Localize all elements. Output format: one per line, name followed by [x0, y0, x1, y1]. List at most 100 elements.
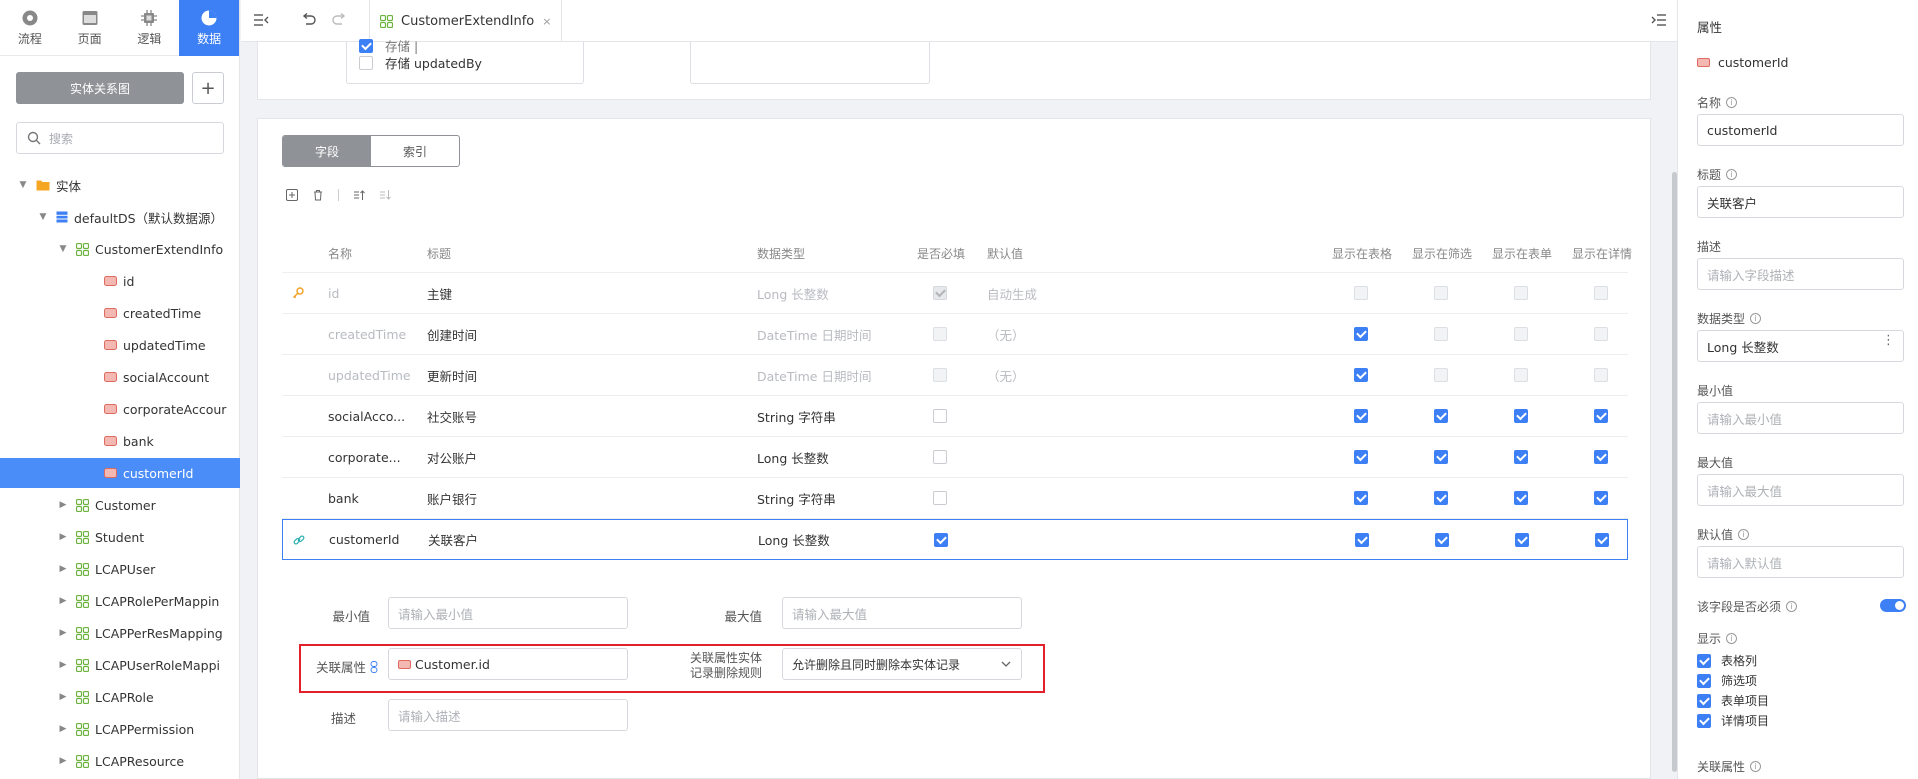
table-row[interactable]: updatedTime 更新时间 DateTime 日期时间 （无） [282, 355, 1628, 396]
caret-right-icon[interactable]: ▶ [58, 596, 68, 606]
show-checkbox[interactable] [1434, 450, 1448, 464]
tree-item[interactable]: customerId [0, 458, 240, 488]
required-toggle[interactable] [1880, 599, 1906, 612]
entity-description-textarea[interactable] [690, 42, 930, 84]
table-row[interactable]: id 主键 Long 长整数 自动生成 [282, 273, 1628, 314]
show-filter-item[interactable]: 筛选项 [1697, 672, 1757, 689]
mode-tab-2[interactable]: 逻辑 [120, 0, 180, 56]
caret-right-icon[interactable]: ▶ [58, 500, 68, 510]
tree-item[interactable]: ▶ Student [0, 522, 240, 552]
move-down-icon[interactable] [379, 189, 391, 201]
tab-index[interactable]: 索引 [371, 136, 459, 166]
show-checkbox[interactable] [1514, 491, 1528, 505]
caret-right-icon[interactable]: ▶ [58, 756, 68, 766]
caret-right-icon[interactable]: ▶ [58, 532, 68, 542]
show-checkbox[interactable] [1595, 532, 1609, 547]
caret-right-icon[interactable]: ▶ [58, 628, 68, 638]
show-detail-checkbox[interactable] [1697, 713, 1711, 728]
caret-down-icon[interactable]: ▼ [18, 180, 28, 190]
show-checkbox[interactable] [1594, 450, 1608, 464]
tree-item[interactable]: ▶ LCAPUser [0, 554, 240, 584]
show-checkbox[interactable] [1354, 450, 1368, 464]
show-form-checkbox[interactable] [1697, 693, 1711, 708]
add-entity-button[interactable]: + [192, 72, 224, 104]
delete-icon[interactable] [312, 189, 324, 201]
tree-item[interactable]: id [0, 266, 240, 296]
info-icon[interactable]: i [1786, 601, 1798, 612]
caret-right-icon[interactable]: ▶ [58, 724, 68, 734]
min-value-input[interactable]: 请输入最小值 [388, 597, 628, 629]
tree-item[interactable]: ▶ LCAPRole [0, 682, 240, 712]
redo-icon[interactable] [331, 13, 347, 27]
show-table-checkbox[interactable] [1697, 653, 1711, 668]
info-icon[interactable]: i [1750, 761, 1762, 772]
show-checkbox[interactable] [1434, 491, 1448, 505]
store-updated-by-checkbox[interactable] [359, 55, 373, 70]
data-type-select[interactable]: Long 长整数 ⋮ [1697, 330, 1904, 362]
caret-right-icon[interactable]: ▶ [58, 564, 68, 574]
storage-checkbox-partial[interactable] [359, 38, 373, 53]
mode-tab-1[interactable]: 页面 [60, 0, 120, 56]
description-input[interactable]: 请输入字段描述 [1697, 258, 1904, 290]
show-checkbox[interactable] [1434, 409, 1448, 423]
show-detail-item[interactable]: 详情项目 [1697, 712, 1769, 729]
max-value-input[interactable]: 请输入最大值 [782, 597, 1022, 629]
table-row[interactable]: socialAcco... 社交账号 String 字符串 [282, 396, 1628, 437]
tree-item[interactable]: ▼ CustomerExtendInfo [0, 234, 240, 264]
table-row[interactable]: createdTime 创建时间 DateTime 日期时间 （无） [282, 314, 1628, 355]
close-tab-icon[interactable]: × [542, 15, 551, 28]
info-icon[interactable]: i [1738, 529, 1750, 540]
table-row[interactable]: corporate... 对公账户 Long 长整数 [282, 437, 1628, 478]
caret-down-icon[interactable]: ▼ [58, 244, 68, 254]
tree-item[interactable]: ▶ LCAPUserRoleMappi [0, 650, 240, 680]
toggle-properties-icon[interactable] [1651, 13, 1667, 27]
info-icon[interactable]: i [1750, 313, 1762, 324]
info-icon[interactable]: i [1726, 97, 1738, 108]
info-icon[interactable]: i [1726, 169, 1738, 180]
tree-item[interactable]: ▼ defaultDS（默认数据源） [0, 202, 240, 232]
show-checkbox[interactable] [1354, 409, 1368, 423]
mode-tab-3[interactable]: 数据 [179, 0, 239, 56]
tree-item[interactable]: updatedTime [0, 330, 240, 360]
required-checkbox[interactable] [933, 450, 947, 464]
show-checkbox[interactable] [1435, 532, 1449, 547]
tree-item[interactable]: ▼ 实体 [0, 170, 240, 200]
caret-right-icon[interactable]: ▶ [58, 692, 68, 702]
tree-item[interactable]: ▶ LCAPRolePerMappin [0, 586, 240, 616]
default-input[interactable]: 请输入默认值 [1697, 546, 1904, 578]
table-row[interactable]: bank 账户银行 String 字符串 [282, 478, 1628, 519]
collapse-sidebar-icon[interactable] [253, 13, 269, 27]
caption-input[interactable]: 关联客户 [1697, 186, 1904, 218]
tree-item[interactable]: bank [0, 426, 240, 456]
tree-item[interactable]: ▶ Customer [0, 490, 240, 520]
er-diagram-button[interactable]: 实体关系图 [16, 72, 184, 104]
tree-item[interactable]: socialAccount [0, 362, 240, 392]
tree-item[interactable]: ▶ LCAPPerResMapping [0, 618, 240, 648]
tree-item[interactable]: ▶ LCAPResource [0, 746, 240, 776]
required-checkbox[interactable] [933, 409, 947, 423]
show-checkbox[interactable] [1515, 532, 1529, 547]
caret-down-icon[interactable]: ▼ [38, 212, 48, 222]
tab-fields[interactable]: 字段 [283, 136, 371, 166]
max-input[interactable]: 请输入最大值 [1697, 474, 1904, 506]
show-checkbox[interactable] [1354, 491, 1368, 505]
show-checkbox[interactable] [1594, 491, 1608, 505]
description-input[interactable]: 请输入描述 [388, 699, 628, 731]
show-checkbox[interactable] [1594, 409, 1608, 423]
undo-icon[interactable] [301, 13, 317, 27]
show-checkbox[interactable] [1354, 327, 1368, 341]
name-input[interactable]: customerId [1697, 114, 1904, 146]
show-checkbox[interactable] [1355, 532, 1369, 547]
required-checkbox[interactable] [934, 532, 948, 547]
required-checkbox[interactable] [933, 491, 947, 505]
table-row[interactable]: customerId 关联客户 Long 长整数 [282, 519, 1628, 560]
show-checkbox[interactable] [1514, 409, 1528, 423]
show-filter-checkbox[interactable] [1697, 673, 1711, 688]
add-field-icon[interactable] [286, 189, 298, 201]
show-form-item[interactable]: 表单项目 [1697, 692, 1769, 709]
tree-item[interactable]: createdTime [0, 298, 240, 328]
caret-right-icon[interactable]: ▶ [58, 660, 68, 670]
mode-tab-0[interactable]: 流程 [0, 0, 60, 56]
info-icon[interactable]: i [1726, 633, 1738, 644]
show-checkbox[interactable] [1354, 368, 1368, 382]
